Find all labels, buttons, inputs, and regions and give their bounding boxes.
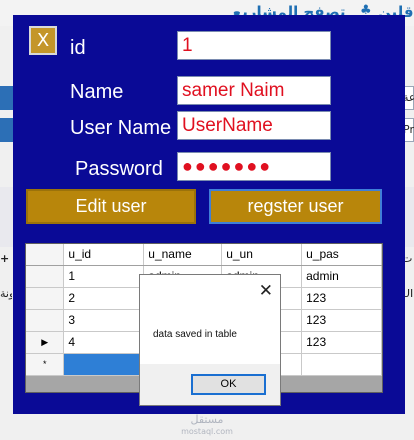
ok-button[interactable]: OK xyxy=(191,374,266,395)
cell-u-id[interactable]: 1 xyxy=(63,265,145,288)
close-button[interactable]: X xyxy=(29,26,57,55)
row-header[interactable] xyxy=(26,265,65,288)
user-name-field[interactable]: UserName xyxy=(177,111,331,140)
column-header-u-un[interactable]: u_un xyxy=(221,244,303,266)
background-plus: + xyxy=(0,252,10,265)
cell-u-pas[interactable]: 123 xyxy=(301,287,382,310)
message-text: data saved in table xyxy=(153,329,237,340)
grid-corner-cell xyxy=(26,244,65,266)
id-label: id xyxy=(70,37,86,59)
message-box-dialog: ✕ data saved in table OK xyxy=(139,274,281,406)
register-user-button[interactable]: regster user xyxy=(209,189,382,224)
new-row-cell-selected[interactable] xyxy=(63,353,145,376)
cell-u-id[interactable]: 3 xyxy=(63,309,145,332)
row-header[interactable] xyxy=(26,287,65,310)
column-header-u-pas[interactable]: u_pas xyxy=(301,244,382,266)
edit-user-button[interactable]: Edit user xyxy=(26,189,196,224)
grid-header-row: u_id u_name u_un u_pas xyxy=(26,244,382,266)
new-row-cell[interactable] xyxy=(301,353,382,376)
row-header[interactable] xyxy=(26,309,65,332)
name-field[interactable]: samer Naim xyxy=(177,76,331,105)
cell-u-pas[interactable]: 123 xyxy=(301,331,382,354)
cell-u-pas[interactable]: 123 xyxy=(301,309,382,332)
cell-u-id[interactable]: 2 xyxy=(63,287,145,310)
password-label: Password xyxy=(75,158,163,180)
id-field[interactable]: 1 xyxy=(177,31,331,60)
current-row-marker-icon[interactable]: ▶ xyxy=(26,331,65,354)
column-header-u-id[interactable]: u_id xyxy=(63,244,145,266)
password-field[interactable]: ●●●●●●● xyxy=(177,152,331,181)
new-row-marker-icon[interactable]: * xyxy=(26,353,65,376)
close-icon[interactable]: ✕ xyxy=(259,281,273,301)
watermark: مستقل mostaql.com xyxy=(181,413,233,437)
cell-u-pas[interactable]: admin xyxy=(301,265,382,288)
cell-u-id[interactable]: 4 xyxy=(63,331,145,354)
background-blue-cell xyxy=(0,118,14,142)
name-label: Name xyxy=(70,81,124,103)
background-blue-cell xyxy=(0,86,14,110)
user-name-label: User Name xyxy=(70,117,172,139)
column-header-u-name[interactable]: u_name xyxy=(143,244,223,266)
